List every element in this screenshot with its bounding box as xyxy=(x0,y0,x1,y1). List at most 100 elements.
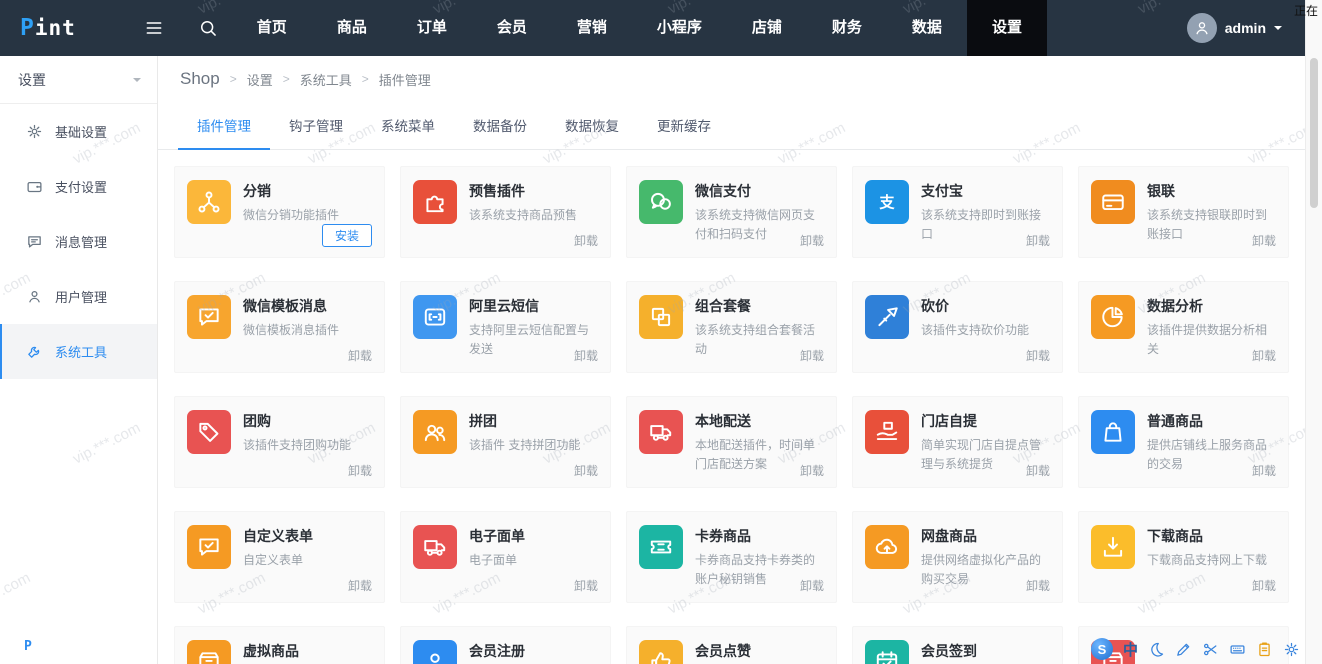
tab-5[interactable]: 数据恢复 xyxy=(546,102,638,149)
uninstall-link[interactable]: 卸载 xyxy=(574,577,598,594)
uninstall-link[interactable]: 卸载 xyxy=(574,347,598,364)
sidebar-item-2[interactable]: 支付设置 xyxy=(0,159,157,214)
plugin-title: 门店自提 xyxy=(921,413,977,429)
uninstall-link[interactable]: 卸载 xyxy=(1252,232,1276,249)
plugin-title: 数据分析 xyxy=(1147,298,1203,314)
breadcrumb-item-3[interactable]: 系统工具 xyxy=(300,70,352,89)
uninstall-link[interactable]: 卸载 xyxy=(800,462,824,479)
plugin-desc: 电子面单 xyxy=(469,553,518,567)
uninstall-link[interactable]: 卸载 xyxy=(1026,577,1050,594)
scissors-icon[interactable] xyxy=(1202,641,1219,658)
install-button[interactable]: 安装 xyxy=(321,224,372,247)
sidebar-item-4[interactable]: 用户管理 xyxy=(0,269,157,324)
share-icon xyxy=(196,189,222,215)
clipboard-icon[interactable] xyxy=(1256,641,1273,658)
sidebar-item-5[interactable]: 系统工具 xyxy=(0,324,157,379)
plugin-card: 普通商品 提供店铺线上服务商品的交易 卸载 xyxy=(1078,396,1289,488)
uninstall-link[interactable]: 卸载 xyxy=(1026,232,1050,249)
plugin-icon-tile xyxy=(865,525,909,569)
plugin-icon-tile xyxy=(639,180,683,224)
nav-item-5[interactable]: 营销 xyxy=(552,0,632,56)
nav-item-8[interactable]: 财务 xyxy=(807,0,887,56)
uninstall-link[interactable]: 卸载 xyxy=(348,347,372,364)
uninstall-link[interactable]: 卸载 xyxy=(1252,577,1276,594)
uninstall-link[interactable]: 卸载 xyxy=(1252,462,1276,479)
sidebar-item-label: 支付设置 xyxy=(55,180,108,195)
sidebar-item-1[interactable]: 基础设置 xyxy=(0,104,157,159)
card-icon xyxy=(1100,189,1126,215)
chevron-down-icon xyxy=(133,77,141,86)
user-icon xyxy=(26,288,43,305)
nav-item-2[interactable]: 商品 xyxy=(312,0,392,56)
breadcrumb-item-1[interactable]: Shop xyxy=(180,69,220,89)
nav-item-9[interactable]: 数据 xyxy=(887,0,967,56)
scrollbar-thumb[interactable] xyxy=(1310,58,1318,208)
uninstall-link[interactable]: 卸载 xyxy=(1026,347,1050,364)
plugin-card: 团购 该插件支持团购功能 卸载 xyxy=(174,396,385,488)
plugin-title: 卡券商品 xyxy=(695,528,751,544)
plugin-card: 门店自提 简单实现门店自提点管理与系统提货 卸载 xyxy=(852,396,1063,488)
user-menu[interactable]: admin xyxy=(1186,13,1282,43)
username: admin xyxy=(1224,20,1266,36)
nav-item-10[interactable]: 设置 xyxy=(966,0,1047,56)
plugin-card: 分销 微信分销功能插件 安装 xyxy=(174,166,385,258)
moon-icon[interactable] xyxy=(1148,641,1165,658)
plugin-title: 下载商品 xyxy=(1147,528,1203,544)
plugin-card: 网盘商品 提供网络虚拟化产品的购买交易 卸载 xyxy=(852,511,1063,603)
sidebar-title-label: 设置 xyxy=(18,71,46,88)
uninstall-link[interactable]: 卸载 xyxy=(1252,347,1276,364)
uninstall-link[interactable]: 卸载 xyxy=(348,462,372,479)
bargain-icon xyxy=(874,304,900,330)
plugin-card: 下载商品 下载商品支持网上下载 卸载 xyxy=(1078,511,1289,603)
plugin-icon-tile xyxy=(413,180,457,224)
tab-3[interactable]: 系统菜单 xyxy=(362,102,454,149)
plugin-card: 阿里云短信 支持阿里云短信配置与发送 卸载 xyxy=(400,281,611,373)
nav-item-3[interactable]: 订单 xyxy=(392,0,472,56)
alipay-icon: 支 xyxy=(874,189,900,215)
search-icon[interactable] xyxy=(198,18,218,38)
tab-6[interactable]: 更新缓存 xyxy=(638,102,730,149)
comment-icon xyxy=(26,233,43,250)
plugin-card: 微信支付 该系统支持微信网页支付和扫码支付 卸载 xyxy=(626,166,837,258)
nav-item-6[interactable]: 小程序 xyxy=(632,0,727,56)
uninstall-link[interactable]: 卸载 xyxy=(800,232,824,249)
ime-language-indicator[interactable]: 中 xyxy=(1123,639,1138,660)
breadcrumb-item-4[interactable]: 插件管理 xyxy=(379,70,431,89)
bag-icon xyxy=(1100,419,1126,445)
plugin-title: 团购 xyxy=(243,413,271,429)
tab-4[interactable]: 数据备份 xyxy=(454,102,546,149)
breadcrumb-item-2[interactable]: 设置 xyxy=(247,70,273,89)
nav-item-1[interactable]: 首页 xyxy=(232,0,312,56)
uninstall-link[interactable]: 卸载 xyxy=(1026,462,1050,479)
uninstall-link[interactable]: 卸载 xyxy=(348,577,372,594)
uninstall-link[interactable]: 卸载 xyxy=(800,347,824,364)
uninstall-link[interactable]: 卸载 xyxy=(800,577,824,594)
tools-icon xyxy=(26,343,43,360)
plugin-title: 电子面单 xyxy=(469,528,525,544)
pen-icon[interactable] xyxy=(1175,641,1192,658)
hamburger-menu-icon[interactable] xyxy=(144,18,164,38)
ime-logo-icon[interactable]: S xyxy=(1090,638,1113,660)
plugin-title: 银联 xyxy=(1147,183,1175,199)
tab-2[interactable]: 钩子管理 xyxy=(270,102,362,149)
nav-item-7[interactable]: 店铺 xyxy=(727,0,807,56)
plugin-title: 分销 xyxy=(243,183,271,199)
gear-icon[interactable] xyxy=(1283,641,1300,658)
uninstall-link[interactable]: 卸载 xyxy=(574,462,598,479)
nav-item-4[interactable]: 会员 xyxy=(472,0,552,56)
thumb-icon xyxy=(648,649,674,664)
uninstall-link[interactable]: 卸载 xyxy=(574,232,598,249)
plugin-card: 会员注册 xyxy=(400,626,611,664)
plugin-title: 虚拟商品 xyxy=(243,643,299,659)
app-logo[interactable]: Pint xyxy=(20,15,76,41)
plugin-icon-tile xyxy=(187,640,231,664)
scrollbar-track[interactable] xyxy=(1305,0,1322,664)
plugin-icon-tile xyxy=(865,295,909,339)
tab-1[interactable]: 插件管理 xyxy=(178,102,270,150)
sidebar-section-title[interactable]: 设置 xyxy=(0,56,157,104)
plugin-icon-tile xyxy=(187,180,231,224)
people-icon xyxy=(422,419,448,445)
keyboard-icon[interactable] xyxy=(1229,641,1246,658)
sidebar-item-3[interactable]: 消息管理 xyxy=(0,214,157,269)
plugin-title: 会员注册 xyxy=(469,643,525,659)
